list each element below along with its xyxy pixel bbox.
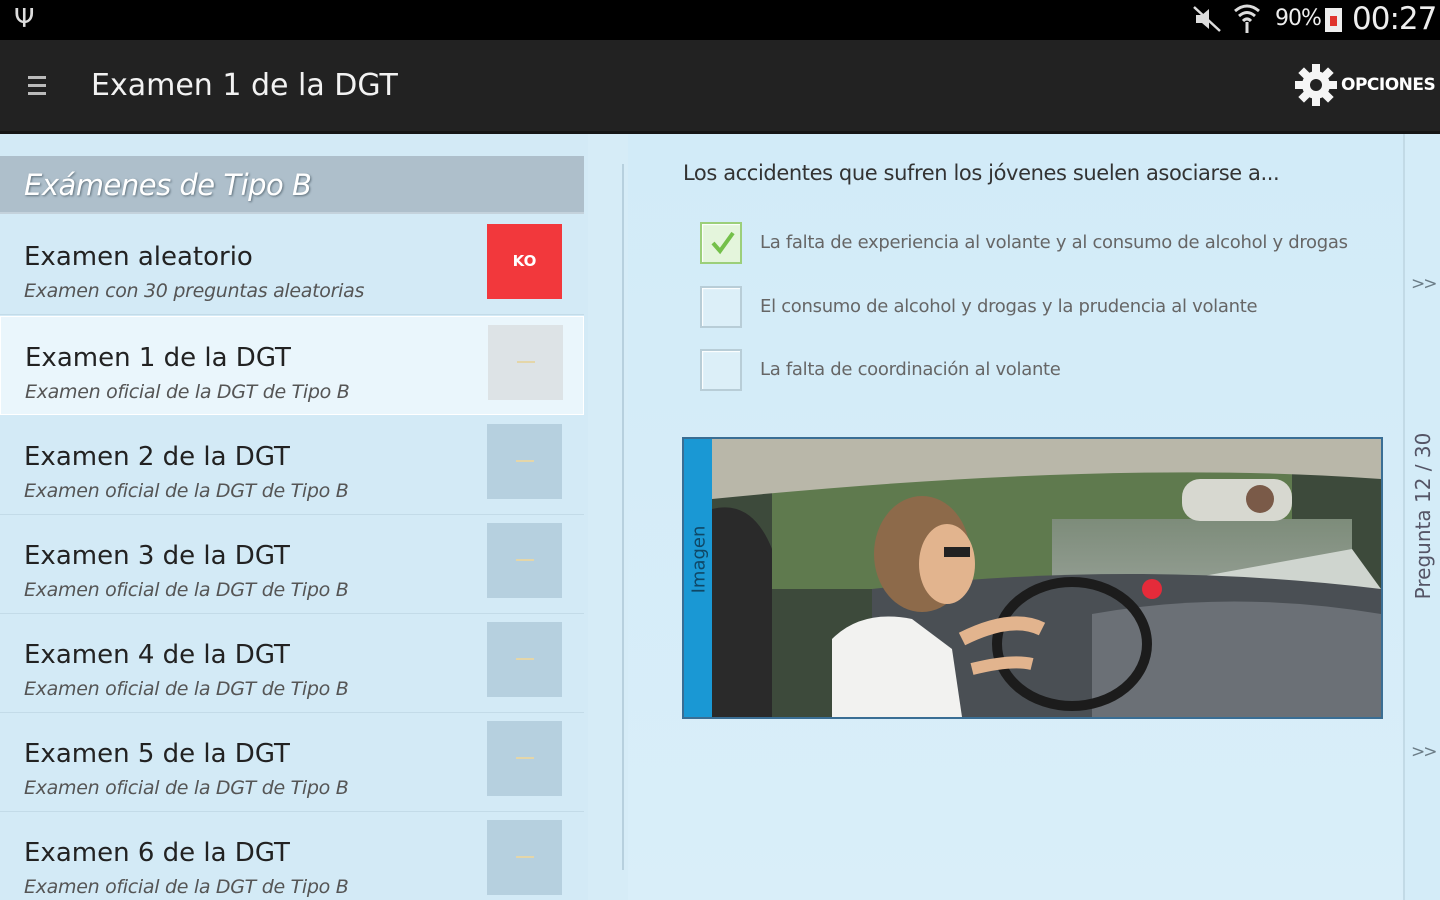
answer-text: El consumo de alcohol y drogas y la prud… xyxy=(760,296,1258,317)
battery-percent: 90% xyxy=(1275,6,1322,31)
page-title: Examen 1 de la DGT xyxy=(91,68,398,103)
answer-option-1[interactable]: La falta de experiencia al volante y al … xyxy=(700,222,1380,266)
list-item-subtitle: Examen oficial de la DGT de Tipo B xyxy=(24,678,349,700)
check-icon xyxy=(711,231,735,255)
image-tab-label: Imagen xyxy=(688,525,710,594)
exam-list: Exámenes de Tipo B Examen aleatorio Exam… xyxy=(0,134,588,900)
status-badge xyxy=(487,424,562,499)
answer-text: La falta de experiencia al volante y al … xyxy=(760,232,1348,253)
clock: 00:27 xyxy=(1352,1,1437,37)
list-item-subtitle: Examen oficial de la DGT de Tipo B xyxy=(24,777,349,799)
next-button-bottom[interactable]: >> xyxy=(1411,742,1437,762)
list-item-title: Examen 5 de la DGT xyxy=(24,739,290,769)
list-item-exam-6[interactable]: Examen 6 de la DGT Examen oficial de la … xyxy=(0,812,584,900)
list-item-title: Examen 2 de la DGT xyxy=(24,442,290,472)
list-item-title: Examen aleatorio xyxy=(24,242,253,272)
answer-option-2[interactable]: El consumo de alcohol y drogas y la prud… xyxy=(700,286,1380,330)
panel-divider xyxy=(622,164,624,870)
next-button-top[interactable]: >> xyxy=(1411,274,1437,294)
answer-checkbox[interactable] xyxy=(700,222,742,264)
list-item-subtitle: Examen oficial de la DGT de Tipo B xyxy=(25,381,350,403)
status-badge xyxy=(487,523,562,598)
list-item-subtitle: Examen oficial de la DGT de Tipo B xyxy=(24,480,349,502)
list-item-subtitle: Examen oficial de la DGT de Tipo B xyxy=(24,876,349,898)
image-tab: Imagen xyxy=(684,439,712,717)
options-label: OPCIONES xyxy=(1341,75,1436,95)
question-panel: Los accidentes que sufren los jóvenes su… xyxy=(628,134,1403,900)
list-item-exam-4[interactable]: Examen 4 de la DGT Examen oficial de la … xyxy=(0,614,584,713)
list-item-subtitle: Examen oficial de la DGT de Tipo B xyxy=(24,579,349,601)
list-item-title: Examen 4 de la DGT xyxy=(24,640,290,670)
answer-checkbox[interactable] xyxy=(700,349,742,391)
answer-option-3[interactable]: La falta de coordinación al volante xyxy=(700,349,1380,393)
status-badge: KO xyxy=(487,224,562,299)
status-badge xyxy=(487,721,562,796)
section-header: Exámenes de Tipo B xyxy=(0,156,584,214)
list-item-random-exam[interactable]: Examen aleatorio Examen con 30 preguntas… xyxy=(0,216,584,315)
list-item-title: Examen 3 de la DGT xyxy=(24,541,290,571)
action-bar: Examen 1 de la DGT OPCIONES xyxy=(0,40,1440,134)
driver-photo xyxy=(712,439,1381,717)
answer-text: La falta de coordinación al volante xyxy=(760,359,1061,380)
question-navigation: >> Pregunta 12 / 30 >> xyxy=(1403,134,1440,900)
question-image: Imagen xyxy=(682,437,1383,719)
list-item-title: Examen 1 de la DGT xyxy=(25,343,291,373)
status-badge xyxy=(487,820,562,895)
menu-icon[interactable] xyxy=(28,76,46,98)
wifi-icon xyxy=(1234,4,1260,33)
list-item-exam-1[interactable]: Examen 1 de la DGT Examen oficial de la … xyxy=(0,316,584,415)
list-item-exam-5[interactable]: Examen 5 de la DGT Examen oficial de la … xyxy=(0,713,584,812)
section-title: Exámenes de Tipo B xyxy=(24,168,312,202)
list-item-exam-3[interactable]: Examen 3 de la DGT Examen oficial de la … xyxy=(0,515,584,614)
question-counter: Pregunta 12 / 30 xyxy=(1411,432,1435,600)
usb-icon: Ψ xyxy=(14,4,35,34)
mute-icon xyxy=(1193,6,1221,32)
list-item-title: Examen 6 de la DGT xyxy=(24,838,290,868)
status-badge xyxy=(487,622,562,697)
answer-checkbox[interactable] xyxy=(700,286,742,328)
options-button[interactable]: OPCIONES xyxy=(1293,62,1436,110)
status-bar: Ψ 90% 00:27 xyxy=(0,0,1440,40)
gear-icon xyxy=(1295,64,1337,106)
battery-icon xyxy=(1325,8,1342,32)
list-item-exam-2[interactable]: Examen 2 de la DGT Examen oficial de la … xyxy=(0,416,584,515)
status-badge xyxy=(488,325,563,400)
list-item-subtitle: Examen con 30 preguntas aleatorias xyxy=(24,280,365,302)
question-text: Los accidentes que sufren los jóvenes su… xyxy=(683,161,1280,185)
